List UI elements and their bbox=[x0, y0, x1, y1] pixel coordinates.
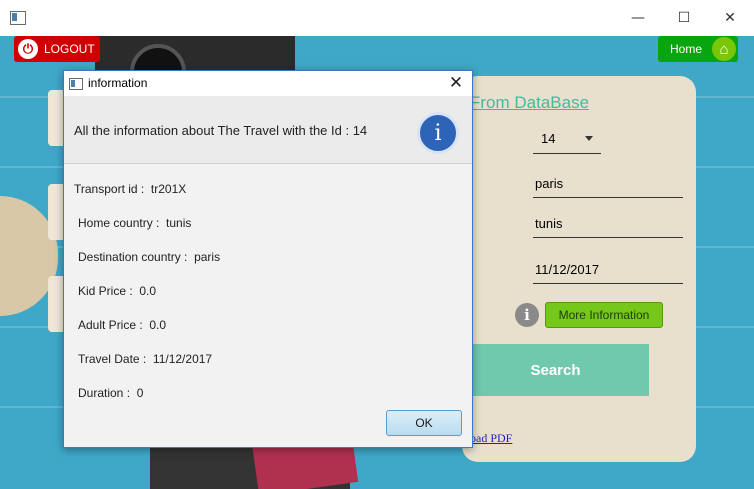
dialog-close-button[interactable]: ✕ bbox=[446, 73, 466, 93]
maximize-icon: ☐ bbox=[677, 10, 691, 26]
dialog-header-text: All the information about The Travel wit… bbox=[74, 123, 368, 138]
home-country-field-value: tunis bbox=[535, 216, 563, 231]
info-row-travel-date: Travel Date : 11/12/2017 bbox=[78, 352, 212, 366]
close-icon: ✕ bbox=[724, 10, 736, 26]
row-label: Kid Price : bbox=[78, 284, 133, 298]
home-label: Home bbox=[670, 42, 703, 56]
row-value: 11/12/2017 bbox=[152, 352, 213, 366]
row-value: 0.0 bbox=[139, 284, 157, 298]
maximize-button[interactable]: ☐ bbox=[661, 0, 707, 36]
home-icon: ⌂ bbox=[712, 37, 737, 61]
row-value: tunis bbox=[166, 216, 192, 230]
info-row-transport-id: Transport id : tr201X bbox=[74, 182, 186, 196]
destination-field[interactable]: paris bbox=[533, 173, 683, 198]
row-label: Duration : bbox=[78, 386, 131, 400]
window-titlebar: — ☐ ✕ bbox=[0, 0, 754, 37]
row-value: 0 bbox=[136, 386, 144, 400]
id-select-value: 14 bbox=[541, 131, 556, 146]
minimize-button[interactable]: — bbox=[615, 0, 661, 36]
ok-button[interactable]: OK bbox=[386, 410, 462, 436]
download-pdf-link[interactable]: oad PDF bbox=[470, 431, 512, 446]
info-row-kid-price: Kid Price : 0.0 bbox=[78, 284, 156, 298]
dialog-titlebar: information ✕ bbox=[64, 71, 472, 96]
row-label: Home country : bbox=[78, 216, 160, 230]
row-label: Travel Date : bbox=[78, 352, 147, 366]
row-value: 0.0 bbox=[149, 318, 167, 332]
panel-title: From DataBase bbox=[470, 93, 590, 112]
info-icon: i bbox=[515, 303, 539, 327]
info-row-destination-country: Destination country : paris bbox=[78, 250, 220, 264]
dialog-title: information bbox=[88, 76, 148, 90]
information-dialog: information ✕ All the information about … bbox=[63, 70, 473, 448]
row-label: Transport id : bbox=[74, 182, 145, 196]
search-button[interactable]: Search bbox=[462, 344, 649, 396]
info-row-duration: Duration : 0 bbox=[78, 386, 143, 400]
row-value: paris bbox=[194, 250, 221, 264]
info-row-home-country: Home country : tunis bbox=[78, 216, 191, 230]
home-button[interactable]: Home ⌂ bbox=[658, 36, 738, 62]
more-information-button[interactable]: More Information bbox=[545, 302, 663, 328]
dialog-header: All the information about The Travel wit… bbox=[64, 96, 472, 164]
row-label: Adult Price : bbox=[78, 318, 143, 332]
app-icon bbox=[10, 11, 26, 25]
info-icon: i bbox=[417, 112, 459, 154]
dialog-app-icon bbox=[69, 78, 83, 90]
close-icon: ✕ bbox=[448, 73, 464, 93]
close-button[interactable]: ✕ bbox=[707, 0, 753, 36]
row-value: tr201X bbox=[150, 182, 187, 196]
destination-field-value: paris bbox=[535, 176, 564, 191]
home-country-field[interactable]: tunis bbox=[533, 213, 683, 238]
minimize-icon: — bbox=[631, 10, 645, 26]
date-field-value: 11/12/2017 bbox=[535, 262, 600, 277]
chevron-down-icon bbox=[585, 136, 593, 141]
row-label: Destination country : bbox=[78, 250, 188, 264]
id-select[interactable]: 14 bbox=[533, 128, 601, 154]
info-row-adult-price: Adult Price : 0.0 bbox=[78, 318, 166, 332]
logout-label: LOGOUT bbox=[44, 42, 95, 56]
power-icon: ⏻ bbox=[18, 39, 38, 59]
logout-button[interactable]: ⏻ LOGOUT bbox=[14, 36, 100, 62]
date-field[interactable]: 11/12/2017 bbox=[533, 259, 683, 284]
